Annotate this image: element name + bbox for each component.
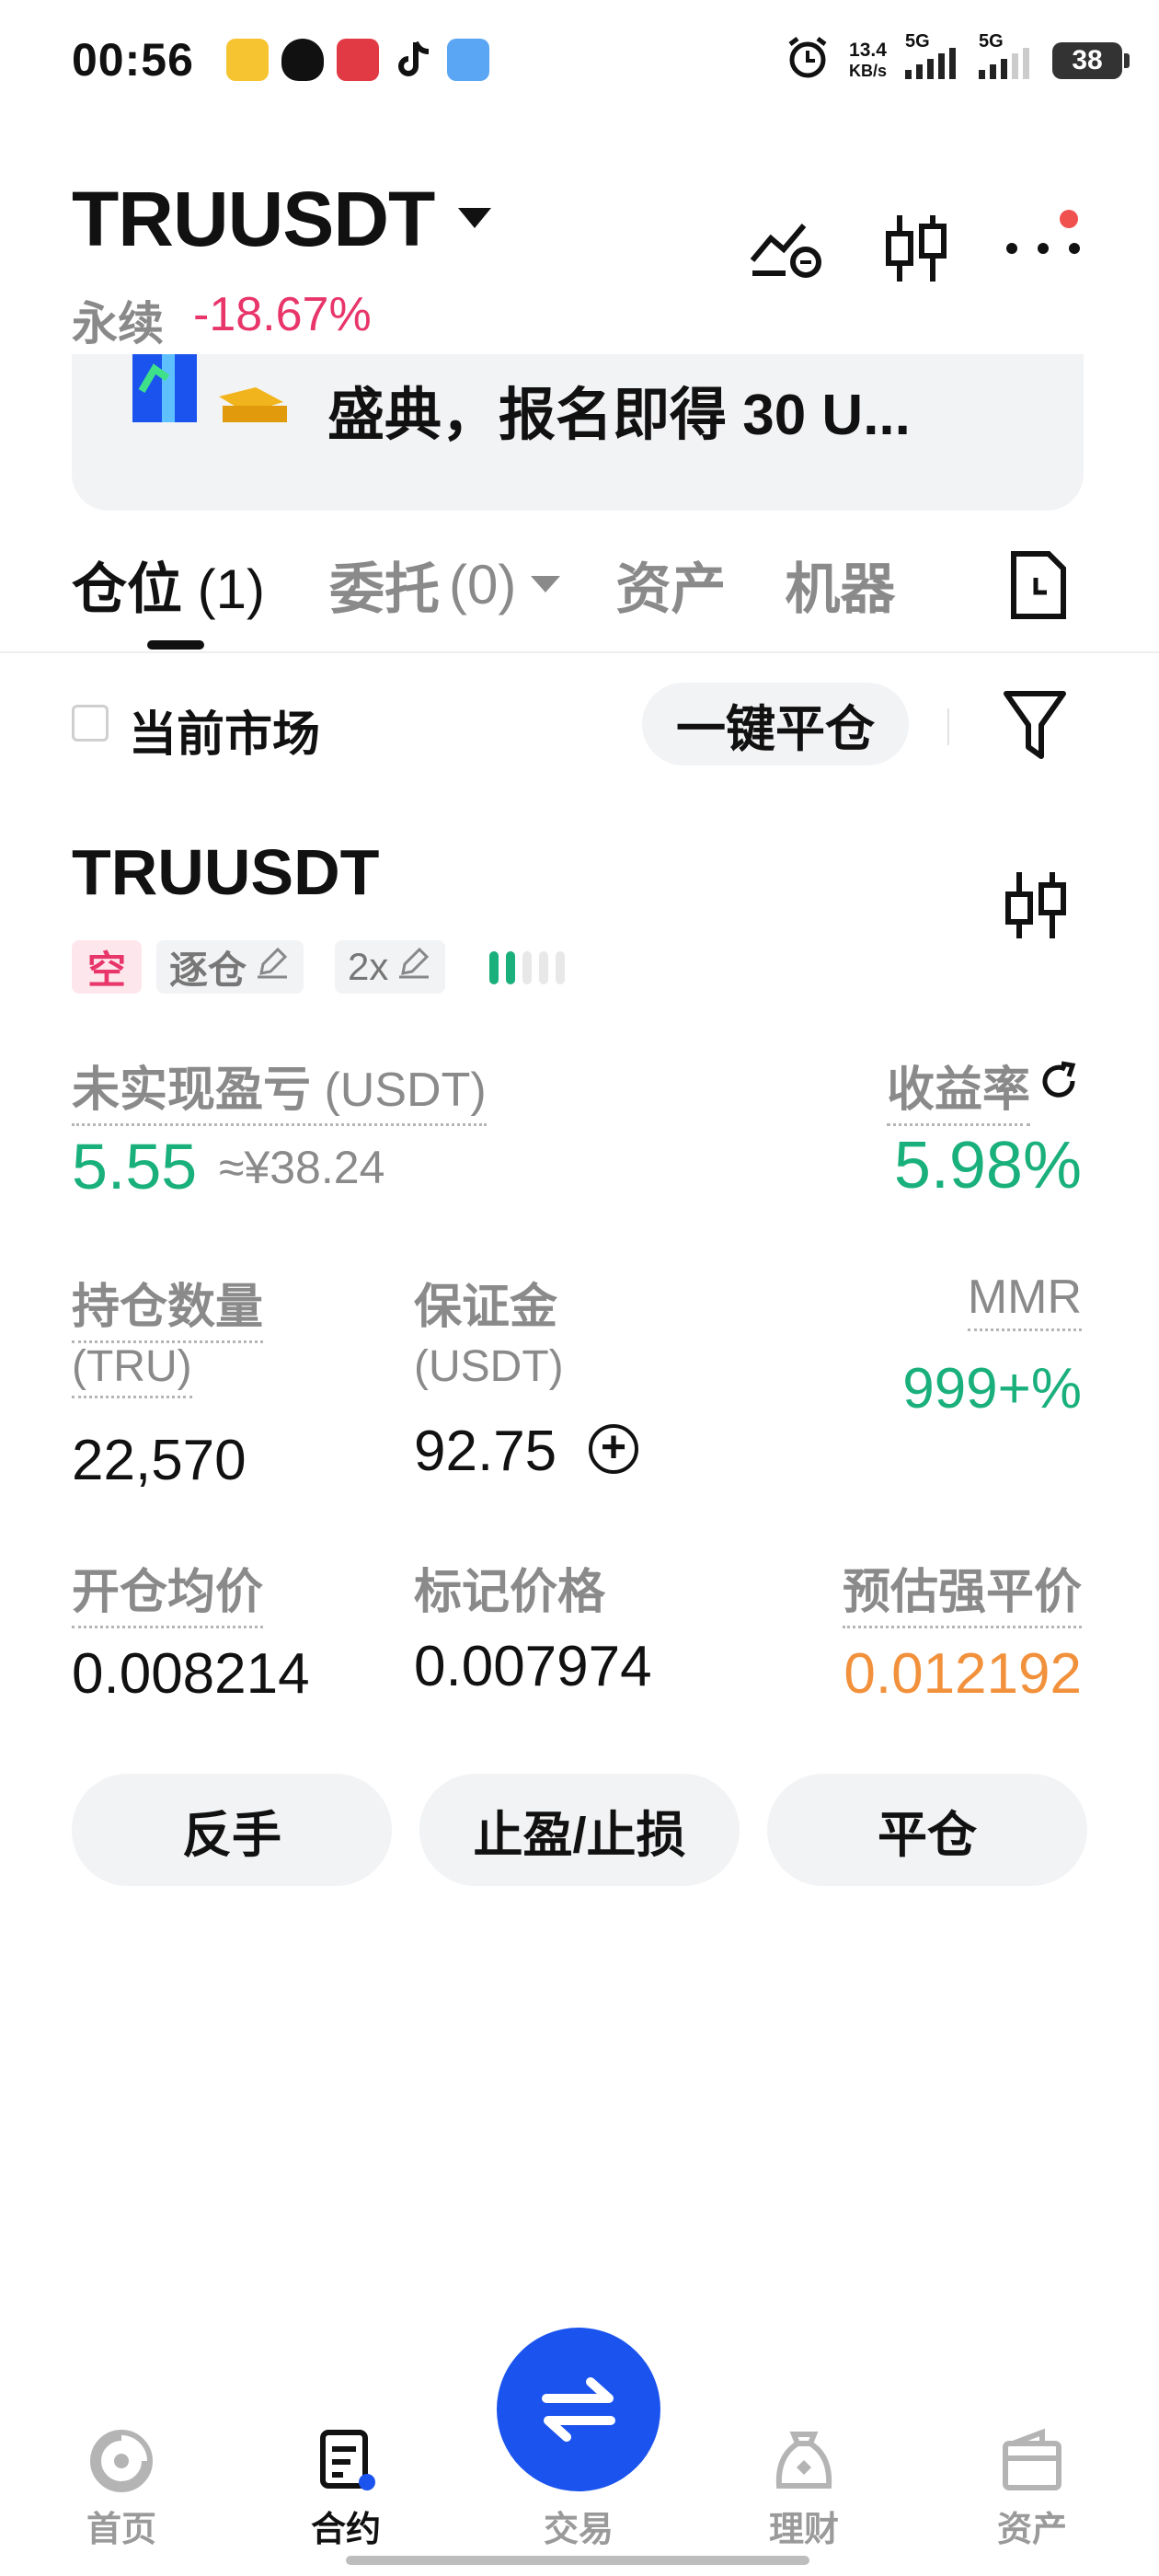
entry-price-value: 0.008214: [72, 1642, 310, 1706]
margin-mode-badge[interactable]: 逐仓: [156, 940, 304, 994]
net-speed: 13.4 KB/s: [848, 39, 887, 80]
chevron-down-icon: [531, 576, 561, 592]
divider: [0, 651, 1159, 653]
banner-text[interactable]: 盛典，报名即得 30 U...: [327, 368, 911, 451]
entry-price-label[interactable]: 开仓均价: [72, 1553, 264, 1628]
price-alert-icon[interactable]: [749, 216, 828, 285]
roe-label[interactable]: 收益率: [886, 1051, 1030, 1126]
position-qty-value: 22,570: [72, 1429, 247, 1492]
history-icon[interactable]: [1008, 550, 1069, 625]
liq-price-value: 0.012192: [843, 1642, 1082, 1706]
reverse-button[interactable]: 反手: [72, 1774, 392, 1886]
active-tab-indicator: [147, 640, 204, 650]
alarm-icon: [785, 35, 831, 86]
position-qty-label[interactable]: 持仓数量: [72, 1268, 264, 1343]
pair-title[interactable]: TRUUSDT: [72, 175, 435, 264]
home-indicator: [346, 2556, 809, 2565]
nav-futures[interactable]: 合约: [272, 2429, 419, 2551]
edit-icon: [254, 944, 291, 990]
current-market-checkbox[interactable]: [72, 705, 109, 742]
tab-assets[interactable]: 资产: [615, 545, 726, 625]
upnl-value: 5.55: [72, 1131, 198, 1202]
file-app-icon: [447, 39, 489, 81]
signal-icon: 5G: [905, 31, 960, 79]
notification-dot: [1060, 210, 1078, 228]
filter-icon[interactable]: [1003, 688, 1067, 766]
earn-icon: [775, 2432, 832, 2489]
notification-app-icon: [226, 39, 269, 81]
risk-level-bar: [489, 951, 499, 984]
position-tabs: 仓位 (1) 委托 (0) 资产 机器: [72, 543, 959, 626]
swap-icon: [542, 2377, 615, 2442]
status-time: 00:56: [72, 34, 194, 86]
risk-level-bar: [522, 951, 532, 984]
roe-value: 5.98%: [893, 1129, 1082, 1202]
mark-price-label: 标记价格: [414, 1566, 606, 1619]
futures-icon: [320, 2430, 375, 2490]
header-actions: [749, 212, 1082, 290]
shopping-app-icon: [337, 39, 379, 81]
candlestick-chart-icon[interactable]: [1003, 868, 1069, 947]
tiktok-icon: [392, 39, 434, 81]
add-margin-icon[interactable]: +: [589, 1424, 638, 1474]
tab-orders[interactable]: 委托 (0): [329, 545, 561, 625]
mark-price-value: 0.007974: [414, 1635, 652, 1698]
home-icon: [90, 2430, 153, 2492]
price-change: -18.67%: [193, 288, 372, 341]
risk-level-bar: [506, 951, 515, 984]
margin-value: 92.75: [414, 1420, 557, 1483]
upnl-label[interactable]: 未实现盈亏 (USDT): [72, 1051, 487, 1126]
close-all-button[interactable]: 一键平仓: [642, 683, 909, 765]
risk-level-bar: [556, 951, 565, 984]
risk-level-bar: [539, 951, 548, 984]
tpsl-button[interactable]: 止盈/止损: [419, 1774, 740, 1886]
wallet-icon: [1003, 2429, 1061, 2490]
side-badge: 空: [72, 940, 142, 994]
current-market-label[interactable]: 当前市场: [129, 696, 320, 765]
position-symbol[interactable]: TRUUSDT: [72, 835, 379, 909]
mmr-label[interactable]: MMR: [967, 1270, 1082, 1331]
margin-unit: (USDT): [414, 1342, 564, 1391]
refresh-icon[interactable]: [1038, 1060, 1080, 1107]
nav-trade-button[interactable]: [497, 2328, 660, 2491]
close-position-button[interactable]: 平仓: [767, 1774, 1087, 1886]
nav-home[interactable]: 首页: [48, 2429, 195, 2551]
liq-price-label[interactable]: 预估强平价: [842, 1553, 1082, 1628]
more-icon[interactable]: [1004, 239, 1082, 262]
nav-assets[interactable]: 资产: [958, 2429, 1106, 2551]
tab-positions[interactable]: 仓位 (1): [72, 545, 265, 625]
edit-icon: [396, 944, 432, 990]
status-right: 13.4 KB/s 5G 5G 38: [785, 31, 1130, 86]
margin-label: 保证金: [414, 1281, 558, 1334]
position-qty-unit: (TRU): [72, 1341, 192, 1398]
nav-trade-label[interactable]: 交易: [497, 2501, 660, 2551]
tab-bots[interactable]: 机器: [785, 545, 895, 625]
divider: [947, 708, 949, 745]
battery-icon: 38: [1052, 41, 1130, 79]
contract-type-label: 永续: [72, 298, 164, 350]
gift-bars-icon: [132, 354, 287, 422]
candlestick-chart-icon[interactable]: [883, 212, 949, 290]
status-bar: 00:56 13.4 KB/s 5G 5G 38: [0, 0, 1159, 129]
signal-icon: 5G: [979, 31, 1034, 79]
upnl-cny-value: ≈¥38.24: [219, 1142, 385, 1193]
risk-level-indicator: [489, 951, 565, 984]
leverage-badge[interactable]: 2x: [335, 940, 446, 994]
tab-fade: [920, 538, 1003, 630]
pair-dropdown-icon[interactable]: [458, 208, 491, 228]
mmr-value: 999+%: [902, 1357, 1082, 1420]
nav-earn[interactable]: 理财: [730, 2429, 878, 2551]
qq-icon: [281, 39, 324, 81]
